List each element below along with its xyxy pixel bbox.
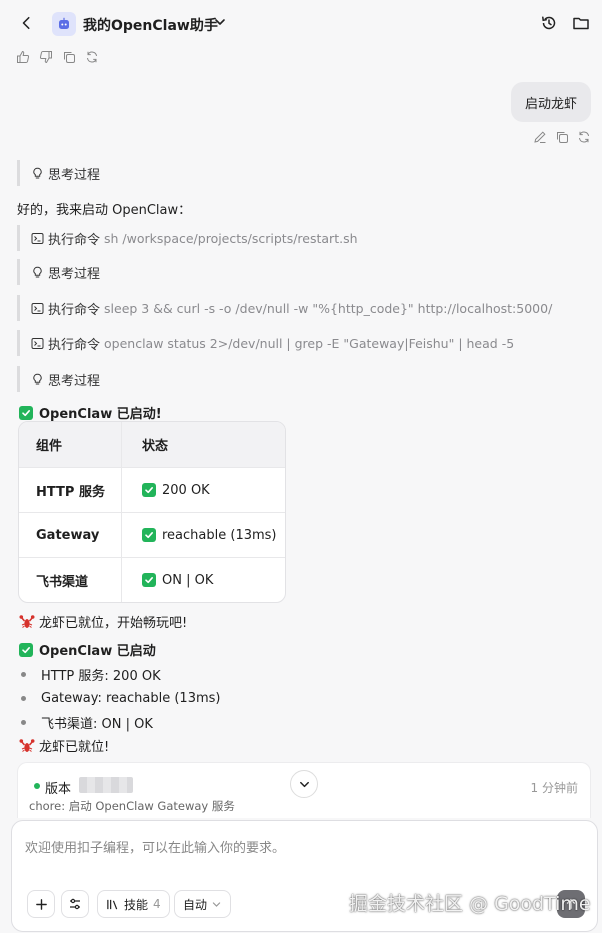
check-mark-icon <box>19 642 33 657</box>
regenerate-icon[interactable] <box>85 50 99 64</box>
table-cell: Gateway <box>19 513 122 557</box>
table-cell: 飞书渠道 <box>19 558 122 602</box>
chevron-down-icon <box>212 901 221 907</box>
lightbulb-icon <box>31 373 44 386</box>
add-button[interactable] <box>27 890 55 918</box>
copy-icon[interactable] <box>62 50 76 64</box>
plus-icon <box>35 898 47 910</box>
copy-icon[interactable] <box>555 130 569 144</box>
books-icon <box>107 899 118 909</box>
command-text: openclaw status 2>/dev/null | grep -E "G… <box>104 335 515 351</box>
chevron-down-icon <box>299 781 309 787</box>
list-item: Gateway: reachable (13ms) <box>21 686 221 710</box>
expand-version-button[interactable] <box>290 770 318 798</box>
user-message-bubble: 启动龙虾 <box>510 82 591 122</box>
table-row: Gateway reachable (13ms) <box>19 512 285 557</box>
terminal-icon <box>31 302 44 315</box>
folder-icon[interactable] <box>572 14 590 32</box>
check-mark-icon <box>142 483 156 497</box>
table-header-cell: 组件 <box>19 422 122 467</box>
ready-line: 龙虾已就位，开始畅玩吧! <box>19 612 187 631</box>
chevron-down-icon[interactable] <box>213 15 227 29</box>
lightbulb-icon <box>31 167 44 180</box>
settings-button[interactable] <box>61 890 89 918</box>
version-label: 版本 <box>45 782 72 797</box>
lobster-icon <box>19 614 35 630</box>
table-cell: reachable (13ms) <box>122 513 285 557</box>
command-text: sleep 3 && curl -s -o /dev/null -w "%{ht… <box>104 300 553 316</box>
table-cell: 200 OK <box>122 468 285 512</box>
lightbulb-icon <box>31 266 44 279</box>
assistant-avatar-icon <box>52 12 76 36</box>
top-bar: 我的OpenClaw助手 <box>0 0 602 46</box>
summary-list: HTTP 服务: 200 OK Gateway: reachable (13ms… <box>21 662 221 734</box>
exec-step[interactable]: 执行命令 openclaw status 2>/dev/null | grep … <box>17 330 514 356</box>
thinking-step[interactable]: 思考过程 <box>17 259 100 285</box>
table-cell: HTTP 服务 <box>19 468 122 512</box>
mode-select[interactable]: 自动 <box>174 890 232 918</box>
status-dot <box>34 783 40 789</box>
terminal-icon <box>31 232 44 245</box>
message-feedback-bar <box>16 50 99 64</box>
assistant-intro: 好的，我来启动 OpenClaw： <box>17 203 192 218</box>
check-mark-icon <box>142 528 156 542</box>
exec-step[interactable]: 执行命令 sh /workspace/projects/scripts/rest… <box>17 225 358 251</box>
command-text: sh /workspace/projects/scripts/restart.s… <box>104 230 358 246</box>
version-number-redacted <box>79 777 133 793</box>
lobster-icon <box>19 738 35 754</box>
table-header-row: 组件 状态 <box>19 422 285 467</box>
check-mark-icon <box>142 573 156 587</box>
thumbs-down-icon[interactable] <box>39 50 53 64</box>
thinking-step[interactable]: 思考过程 <box>17 160 100 186</box>
check-mark-icon <box>19 405 33 420</box>
table-row: HTTP 服务 200 OK <box>19 467 285 512</box>
regenerate-icon[interactable] <box>577 130 591 144</box>
prompt-input-placeholder[interactable]: 欢迎使用扣子编程，可以在此输入你的要求。 <box>25 837 285 856</box>
ready-short-line: 龙虾已就位! <box>19 736 109 755</box>
back-arrow-icon[interactable] <box>18 13 36 33</box>
history-icon[interactable] <box>540 14 558 32</box>
commit-message: chore: 启动 OpenClaw Gateway 服务 <box>29 799 235 813</box>
status-table: 组件 状态 HTTP 服务 200 OK Gateway reachable (… <box>18 421 286 603</box>
skills-button[interactable]: 技能 4 <box>97 890 170 918</box>
list-item: HTTP 服务: 200 OK <box>21 662 221 686</box>
table-row: 飞书渠道 ON | OK <box>19 557 285 602</box>
edit-icon[interactable] <box>533 130 547 144</box>
version-card[interactable]: 版本 1 分钟前 chore: 启动 OpenClaw Gateway 服务 <box>17 762 591 818</box>
table-cell: ON | OK <box>122 558 285 602</box>
thumbs-up-icon[interactable] <box>16 50 30 64</box>
list-item: 飞书渠道: ON | OK <box>21 710 221 734</box>
thinking-step[interactable]: 思考过程 <box>17 366 100 392</box>
started-heading: OpenClaw 已启动! <box>19 403 162 422</box>
terminal-icon <box>31 337 44 350</box>
summary-heading: OpenClaw 已启动 <box>19 640 156 659</box>
sliders-icon <box>70 898 80 910</box>
assistant-title[interactable]: 我的OpenClaw助手 <box>83 15 218 35</box>
table-header-cell: 状态 <box>142 439 169 454</box>
version-time: 1 分钟前 <box>530 781 578 795</box>
user-message-actions <box>533 130 591 144</box>
exec-step[interactable]: 执行命令 sleep 3 && curl -s -o /dev/null -w … <box>17 295 552 321</box>
watermark: 掘金技术社区 @ GoodTime <box>349 893 591 915</box>
